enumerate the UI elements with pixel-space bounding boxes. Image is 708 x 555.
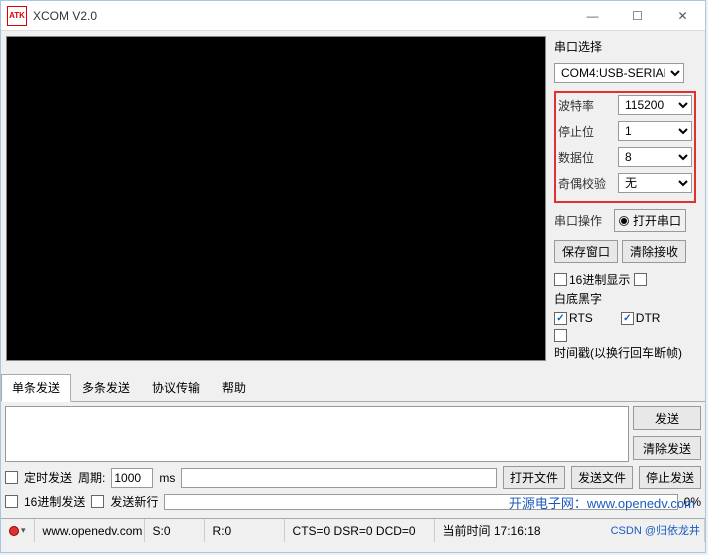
status-recv: R:0 — [205, 519, 285, 542]
app-icon: ATK — [7, 6, 27, 26]
clear-recv-button[interactable]: 清除接收 — [622, 240, 686, 263]
terminal-output[interactable] — [6, 36, 546, 361]
serial-section-label: 串口选择 — [554, 38, 602, 55]
white-bg-checkbox[interactable] — [634, 273, 647, 286]
stopbit-label: 停止位 — [558, 123, 614, 140]
send-newline-label: 发送新行 — [110, 493, 158, 510]
stopbit-select[interactable]: 1 — [618, 121, 692, 141]
send-button[interactable]: 发送 — [633, 406, 701, 430]
tab-single[interactable]: 单条发送 — [1, 374, 71, 402]
open-file-button[interactable]: 打开文件 — [503, 466, 565, 489]
timed-send-label: 定时发送 — [24, 469, 72, 486]
dtr-label: DTR — [636, 311, 661, 325]
parity-select[interactable]: 无 — [618, 173, 692, 193]
timed-send-checkbox[interactable] — [5, 471, 18, 484]
period-input[interactable] — [111, 468, 153, 488]
hex-display-checkbox[interactable] — [554, 273, 567, 286]
status-cts: CTS=0 DSR=0 DCD=0 — [285, 519, 435, 542]
record-icon[interactable] — [9, 526, 19, 536]
hex-send-checkbox[interactable] — [5, 495, 18, 508]
parity-label: 奇偶校验 — [558, 175, 614, 192]
send-textarea[interactable] — [5, 406, 629, 462]
white-bg-label: 白底黑字 — [554, 290, 602, 307]
open-serial-button[interactable]: 打开串口 — [614, 209, 686, 232]
serial-params-highlight: 波特率115200 停止位1 数据位8 奇偶校验无 — [554, 91, 696, 203]
stop-send-button[interactable]: 停止发送 — [639, 466, 701, 489]
hex-display-label: 16进制显示 — [569, 271, 630, 288]
databit-label: 数据位 — [558, 149, 614, 166]
baud-label: 波特率 — [558, 97, 614, 114]
period-label: 周期: — [78, 469, 105, 486]
port-select[interactable]: COM4:USB-SERIAL — [554, 63, 684, 83]
tab-proto[interactable]: 协议传输 — [141, 374, 211, 401]
status-sent: S:0 — [145, 519, 205, 542]
send-file-button[interactable]: 发送文件 — [571, 466, 633, 489]
send-newline-checkbox[interactable] — [91, 495, 104, 508]
watermark-author: CSDN @归依龙井 — [611, 522, 700, 538]
tab-help[interactable]: 帮助 — [211, 374, 257, 401]
radio-icon — [619, 216, 629, 226]
status-url[interactable]: www.openedv.com — [35, 519, 145, 542]
rts-label: RTS — [569, 311, 593, 325]
watermark-link[interactable]: 开源电子网：www.openedv.com — [509, 493, 695, 512]
period-unit: ms — [159, 471, 175, 485]
databit-select[interactable]: 8 — [618, 147, 692, 167]
titlebar: ATK XCOM V2.0 — ☐ ✕ — [1, 1, 705, 31]
chevron-down-icon[interactable]: ▾ — [21, 525, 26, 536]
clear-send-button[interactable]: 清除发送 — [633, 436, 701, 460]
status-time: 当前时间 17:16:18CSDN @归依龙井 — [435, 519, 705, 542]
hex-send-label: 16进制发送 — [24, 493, 85, 510]
timestamp-checkbox[interactable] — [554, 329, 567, 342]
timestamp-label: 时间戳(以换行回车断帧) — [554, 344, 682, 361]
save-window-button[interactable]: 保存窗口 — [554, 240, 618, 263]
file-path-input[interactable] — [181, 468, 497, 488]
serial-op-label: 串口操作 — [554, 212, 610, 229]
send-tabs: 单条发送 多条发送 协议传输 帮助 — [1, 374, 705, 402]
baud-select[interactable]: 115200 — [618, 95, 692, 115]
maximize-button[interactable]: ☐ — [615, 1, 660, 30]
status-bar: ▾ www.openedv.com S:0 R:0 CTS=0 DSR=0 DC… — [1, 518, 705, 542]
close-button[interactable]: ✕ — [660, 1, 705, 30]
tab-multi[interactable]: 多条发送 — [71, 374, 141, 401]
minimize-button[interactable]: — — [570, 1, 615, 30]
dtr-checkbox[interactable] — [621, 312, 634, 325]
rts-checkbox[interactable] — [554, 312, 567, 325]
window-title: XCOM V2.0 — [33, 9, 570, 23]
